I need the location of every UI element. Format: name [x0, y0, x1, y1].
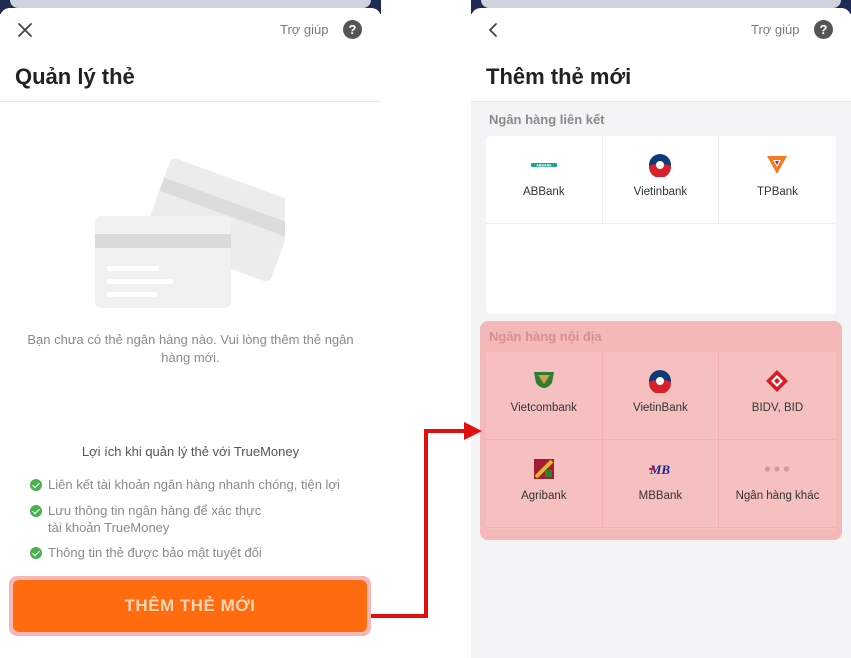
bank-name: VietinBank — [633, 402, 688, 414]
help-link[interactable]: Trợ giúp — [280, 22, 329, 37]
bank-name: Vietinbank — [633, 186, 688, 198]
add-card-screen: Trợ giúp ? Thêm thẻ mới Ngân hàng liên k… — [471, 8, 851, 658]
benefit-item: Thông tin thẻ được bảo mật tuyệt đối — [30, 544, 350, 561]
bank-agribank[interactable]: Agribank — [486, 440, 603, 528]
bank-abbank[interactable]: ABBANK ABBank — [486, 136, 603, 224]
close-icon[interactable] — [13, 18, 37, 42]
header: Trợ giúp ? Thêm thẻ mới — [471, 8, 851, 102]
bank-name: BIDV, BID — [751, 402, 804, 414]
domestic-banks-label: Ngân hàng nội địa — [489, 329, 602, 344]
benefit-text: Lưu thông tin ngân hàng để xác thực tài … — [48, 503, 262, 535]
domestic-banks-panel: Vietcombank VietinBank BIDV, BID Agriban… — [486, 352, 836, 530]
check-icon — [30, 547, 42, 559]
empty-state-message: Bạn chưa có thẻ ngân hàng nào. Vui lòng … — [27, 332, 354, 365]
background-card-peek-right — [481, 0, 841, 8]
benefit-text: Liên kết tài khoản ngân hàng nhanh chóng… — [48, 477, 340, 492]
help-icon[interactable]: ? — [814, 20, 833, 39]
bank-name: MBBank — [638, 490, 683, 502]
help-icon[interactable]: ? — [343, 20, 362, 39]
bank-name: Agribank — [521, 490, 567, 502]
vietinbank-logo-icon — [647, 368, 673, 394]
tpbank-logo-icon — [764, 152, 790, 178]
bidv-logo-icon — [764, 368, 790, 394]
more-dots-icon — [764, 456, 790, 482]
bank-name: Vietcombank — [510, 402, 577, 414]
bank-tpbank[interactable]: TPBank — [719, 136, 836, 224]
bank-bidv[interactable]: BIDV, BID — [719, 352, 836, 440]
add-new-card-button[interactable]: THÊM THẺ MỚI — [13, 580, 367, 632]
linked-banks-panel: ABBANK ABBank Vietinbank TPBank — [486, 136, 836, 314]
vietinbank-logo-icon — [647, 152, 673, 178]
arrow-head-icon — [464, 422, 482, 440]
empty-cards-illustration — [95, 158, 285, 308]
benefit-text: Thông tin thẻ được bảo mật tuyệt đối — [48, 545, 262, 560]
help-link[interactable]: Trợ giúp — [751, 22, 800, 37]
connector-arrow-bottom — [371, 614, 428, 618]
bank-mbbank[interactable]: MB MBBank — [602, 440, 720, 528]
linked-banks-label: Ngân hàng liên kết — [489, 112, 605, 127]
card-management-screen: Trợ giúp ? Quản lý thẻ Bạn chưa có thẻ n… — [0, 8, 381, 658]
mbbank-logo-icon: MB — [647, 456, 673, 482]
check-icon — [30, 505, 42, 517]
background-card-peek-left — [10, 0, 371, 8]
bank-vietcombank[interactable]: Vietcombank — [486, 352, 603, 440]
benefit-item: Lưu thông tin ngân hàng để xác thực tài … — [30, 502, 270, 536]
connector-arrow-top — [424, 429, 468, 433]
connector-arrow-vertical — [424, 429, 428, 618]
add-card-highlight: THÊM THẺ MỚI — [9, 576, 371, 636]
bank-name: Ngân hàng khác — [735, 490, 820, 502]
header: Trợ giúp ? Quản lý thẻ — [0, 8, 381, 102]
page-title: Thêm thẻ mới — [486, 64, 632, 89]
bank-vietinbank[interactable]: Vietinbank — [602, 136, 720, 224]
bank-other[interactable]: Ngân hàng khác — [719, 440, 836, 528]
bank-name: TPBank — [757, 186, 798, 198]
domestic-banks-highlight: Ngân hàng nội địa Vietcombank VietinBank — [480, 321, 842, 540]
back-chevron-icon[interactable] — [481, 18, 505, 42]
bank-name: ABBank — [523, 186, 565, 198]
benefit-item: Liên kết tài khoản ngân hàng nhanh chóng… — [30, 476, 350, 493]
page-title: Quản lý thẻ — [15, 64, 135, 89]
check-icon — [30, 479, 42, 491]
abbank-logo-icon: ABBANK — [530, 152, 557, 178]
agribank-logo-icon — [531, 456, 557, 482]
bank-vietinbank-domestic[interactable]: VietinBank — [602, 352, 720, 440]
vietcombank-logo-icon — [531, 368, 557, 394]
svg-text:ABBANK: ABBANK — [536, 163, 552, 167]
benefits-title: Lợi ích khi quản lý thẻ với TrueMoney — [81, 444, 300, 459]
